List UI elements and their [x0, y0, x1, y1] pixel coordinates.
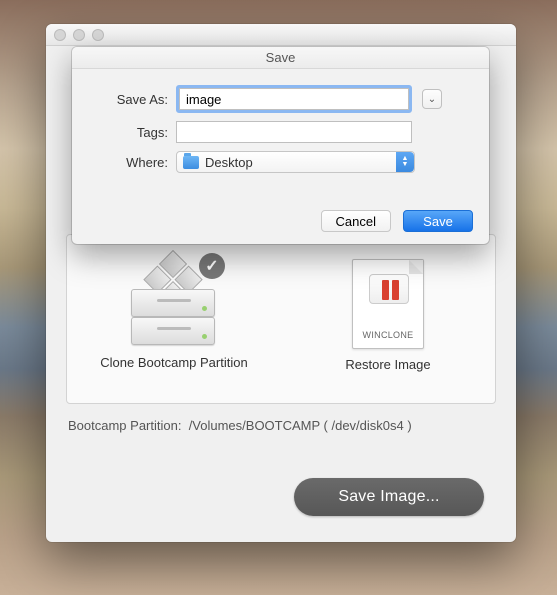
- tags-input[interactable]: [176, 121, 412, 143]
- parallels-icon: [369, 274, 409, 304]
- check-icon: [199, 253, 225, 279]
- sheet-title: Save: [72, 47, 489, 69]
- minimize-icon[interactable]: [73, 29, 85, 41]
- status-value: /Volumes/BOOTCAMP ( /dev/disk0s4 ): [189, 418, 412, 433]
- drive-stack-icon: [131, 259, 217, 347]
- save-image-button[interactable]: Save Image...: [294, 478, 484, 516]
- save-form: Save As: ⌄ Tags: Where: Desktop ▲▼: [72, 69, 489, 173]
- status-line: Bootcamp Partition: /Volumes/BOOTCAMP ( …: [68, 418, 412, 433]
- titlebar: [46, 24, 516, 46]
- document-icon: WINCLONE: [352, 259, 424, 349]
- save-sheet: Save Save As: ⌄ Tags: Where: Desktop ▲▼ …: [72, 47, 489, 244]
- where-value: Desktop: [205, 155, 253, 170]
- cancel-button[interactable]: Cancel: [321, 210, 391, 232]
- actions-panel: Clone Bootcamp Partition WINCLONE Restor…: [66, 234, 496, 404]
- traffic-lights[interactable]: [54, 29, 104, 41]
- status-label: Bootcamp Partition:: [68, 418, 181, 433]
- saveas-label: Save As:: [90, 92, 168, 107]
- where-select[interactable]: Desktop ▲▼: [176, 151, 415, 173]
- where-label: Where:: [90, 155, 168, 170]
- saveas-focus: [176, 85, 412, 113]
- zoom-icon[interactable]: [92, 29, 104, 41]
- folder-icon: [183, 156, 199, 169]
- restore-label: Restore Image: [303, 357, 473, 372]
- winclone-badge: WINCLONE: [353, 330, 423, 340]
- save-button[interactable]: Save: [403, 210, 473, 232]
- chevron-down-icon: ⌄: [428, 94, 436, 105]
- saveas-input[interactable]: [179, 88, 409, 110]
- updown-icon: ▲▼: [396, 152, 414, 172]
- clone-tile[interactable]: Clone Bootcamp Partition: [89, 259, 259, 370]
- restore-tile[interactable]: WINCLONE Restore Image: [303, 259, 473, 372]
- expand-button[interactable]: ⌄: [422, 89, 442, 109]
- close-icon[interactable]: [54, 29, 66, 41]
- clone-label: Clone Bootcamp Partition: [89, 355, 259, 370]
- tags-label: Tags:: [90, 125, 168, 140]
